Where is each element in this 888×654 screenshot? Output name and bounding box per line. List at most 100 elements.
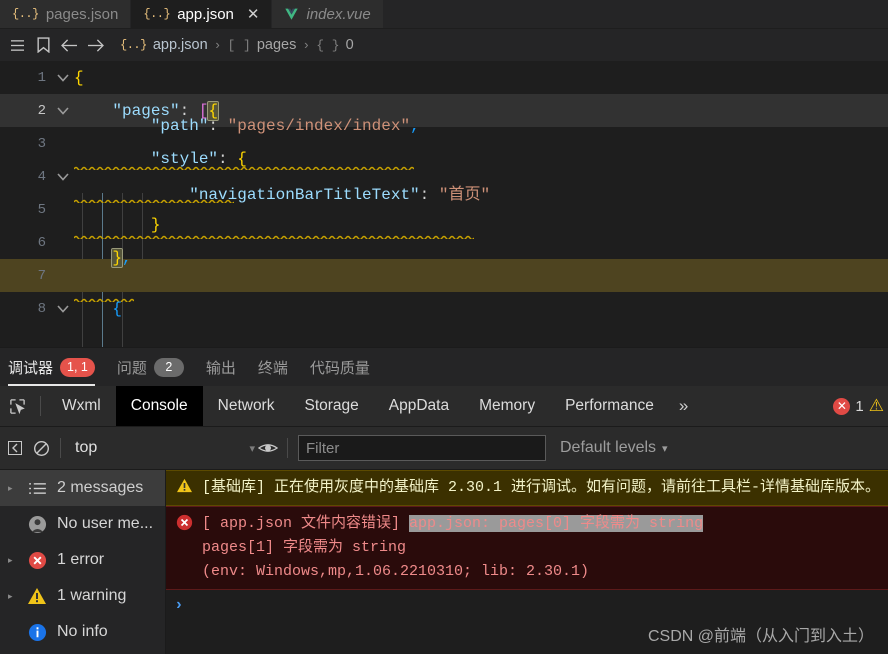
tab-network[interactable]: Network (203, 386, 290, 426)
breadcrumb: {..} app.json › [ ] pages › { } 0 (120, 37, 354, 53)
breadcrumb-separator: › (213, 37, 222, 53)
breadcrumb-item-file[interactable]: app.json (153, 37, 208, 53)
json-file-icon: {..} (12, 7, 39, 21)
code-editor[interactable]: 1 { 2 "pages": [{ 3 "path": "pages/index… (0, 61, 888, 347)
line-number: 8 (37, 300, 46, 317)
line-number: 7 (37, 267, 46, 284)
fold-chevron-icon[interactable] (52, 304, 74, 313)
tab-appdata[interactable]: AppData (374, 386, 464, 426)
divider (40, 396, 41, 416)
console-warning-text: [基础库] 正在使用灰度中的基础库 2.30.1 进行调试。如有问题，请前往工具… (202, 479, 881, 496)
breadcrumb-bar: {..} app.json › [ ] pages › { } 0 (0, 29, 888, 61)
error-circle-icon (26, 549, 48, 571)
fold-chevron-icon[interactable] (52, 73, 74, 82)
tab-console[interactable]: Console (115, 386, 203, 426)
code-line-selected[interactable]: 7 }, (0, 247, 888, 302)
user-icon (26, 513, 48, 535)
watermark: CSDN @前端（从入门到入土） (647, 628, 874, 645)
sidebar-item-user-messages[interactable]: No user me... (0, 506, 165, 542)
divider (60, 438, 61, 458)
editor-tab-index-vue[interactable]: index.vue (272, 0, 384, 28)
devtools-status: ✕ 1 ⚠ (833, 396, 888, 416)
object-brace-icon: { } (316, 37, 340, 53)
warning-triangle-icon (174, 476, 194, 500)
console-prompt[interactable]: › (166, 590, 888, 620)
panel-toggle-icon[interactable] (2, 427, 28, 469)
json-file-icon: {..} (120, 38, 147, 52)
panel-tab-label: 输出 (205, 359, 236, 377)
log-level-select[interactable]: Default levels ▾ (560, 439, 668, 457)
bottom-panel-tabs: 调试器 1, 1 问题 2 输出 终端 代码质量 (0, 347, 888, 386)
panel-tab-debugger[interactable]: 调试器 1, 1 (8, 348, 95, 386)
panel-tab-label: 代码质量 (309, 359, 370, 377)
tab-label: Network (217, 397, 275, 414)
tab-wxml[interactable]: Wxml (47, 386, 116, 426)
expand-arrow-icon[interactable]: ▸ (8, 483, 17, 494)
editor-tab-label: index.vue (306, 5, 371, 23)
panel-tab-output[interactable]: 输出 (206, 348, 236, 386)
array-bracket-icon: [ ] (227, 37, 251, 53)
panel-tab-label: 问题 (116, 359, 147, 377)
vue-file-icon (284, 8, 299, 21)
breadcrumb-item-pages[interactable]: pages (257, 37, 297, 53)
filter-input[interactable]: Filter (298, 435, 546, 461)
more-tabs-icon[interactable]: » (669, 386, 698, 426)
clear-console-icon[interactable] (28, 427, 54, 469)
console-context-select[interactable]: top ▾ (67, 439, 255, 457)
editor-tab-app-json[interactable]: {..} app.json ✕ (131, 0, 273, 28)
expand-arrow-icon[interactable]: ▸ (8, 591, 17, 602)
code-line[interactable]: 8 { (0, 292, 888, 325)
error-circle-icon[interactable]: ✕ (833, 397, 851, 415)
arrow-left-icon[interactable] (56, 29, 82, 61)
sidebar-item-label: No user me... (57, 515, 154, 532)
panel-tab-terminal[interactable]: 终端 (258, 348, 288, 386)
live-expression-icon[interactable] (255, 427, 281, 469)
tab-memory[interactable]: Memory (464, 386, 550, 426)
panel-tab-code-quality[interactable]: 代码质量 (310, 348, 370, 386)
hamburger-menu-icon[interactable] (4, 29, 30, 61)
tab-storage[interactable]: Storage (289, 386, 373, 426)
tab-performance[interactable]: Performance (550, 386, 669, 426)
warning-triangle-icon[interactable]: ⚠ (869, 396, 884, 416)
close-icon[interactable]: ✕ (247, 7, 260, 22)
breadcrumb-separator: › (302, 37, 311, 53)
fold-chevron-icon[interactable] (52, 106, 74, 115)
sidebar-item-messages[interactable]: ▸ 2 messages (0, 470, 165, 506)
devtools-tabs: Wxml Console Network Storage AppData Mem… (47, 386, 698, 426)
status-badge: 1, 1 (60, 357, 95, 377)
fold-chevron-icon[interactable] (52, 172, 74, 181)
console-error-message[interactable]: [ app.json 文件内容错误] app.json: pages[0] 字段… (166, 506, 888, 590)
chevron-down-icon: ▾ (662, 442, 668, 455)
bookmark-icon[interactable] (30, 29, 56, 61)
divider (287, 438, 288, 458)
line-number: 1 (37, 69, 46, 86)
code-text: { (74, 68, 84, 87)
editor-tab-pages-json[interactable]: {..} pages.json (0, 0, 132, 28)
breadcrumb-item-index[interactable]: 0 (346, 37, 354, 53)
arrow-right-icon[interactable] (82, 29, 108, 61)
editor-tab-label: pages.json (45, 5, 119, 23)
filter-placeholder: Filter (306, 439, 340, 457)
sidebar-item-warnings[interactable]: ▸ 1 warning (0, 578, 165, 614)
info-circle-icon (26, 621, 48, 643)
panel-tab-problems[interactable]: 问题 2 (117, 348, 184, 386)
console-context-value: top (75, 439, 98, 456)
error-circle-icon (174, 512, 194, 584)
panel-tab-label: 终端 (257, 359, 288, 377)
line-number: 6 (37, 234, 46, 251)
editor-tab-bar: {..} pages.json {..} app.json ✕ index.vu… (0, 0, 888, 29)
list-icon (26, 477, 48, 499)
sidebar-item-errors[interactable]: ▸ 1 error (0, 542, 165, 578)
inspect-element-icon[interactable] (0, 398, 34, 415)
sidebar-item-info[interactable]: No info (0, 614, 165, 650)
sidebar-item-label: 1 error (57, 551, 105, 568)
console-warning-message[interactable]: [基础库] 正在使用灰度中的基础库 2.30.1 进行调试。如有问题，请前往工具… (166, 470, 888, 506)
expand-arrow-icon[interactable]: ▸ (8, 555, 17, 566)
line-number: 3 (37, 135, 46, 152)
tab-label: Console (130, 397, 188, 414)
code-line[interactable]: 1 { (0, 61, 888, 94)
console-error-prefix: [ app.json 文件内容错误] (202, 515, 410, 532)
json-file-icon: {..} (143, 7, 171, 21)
sidebar-item-label: 1 warning (57, 587, 127, 604)
tab-label: Storage (304, 397, 359, 414)
